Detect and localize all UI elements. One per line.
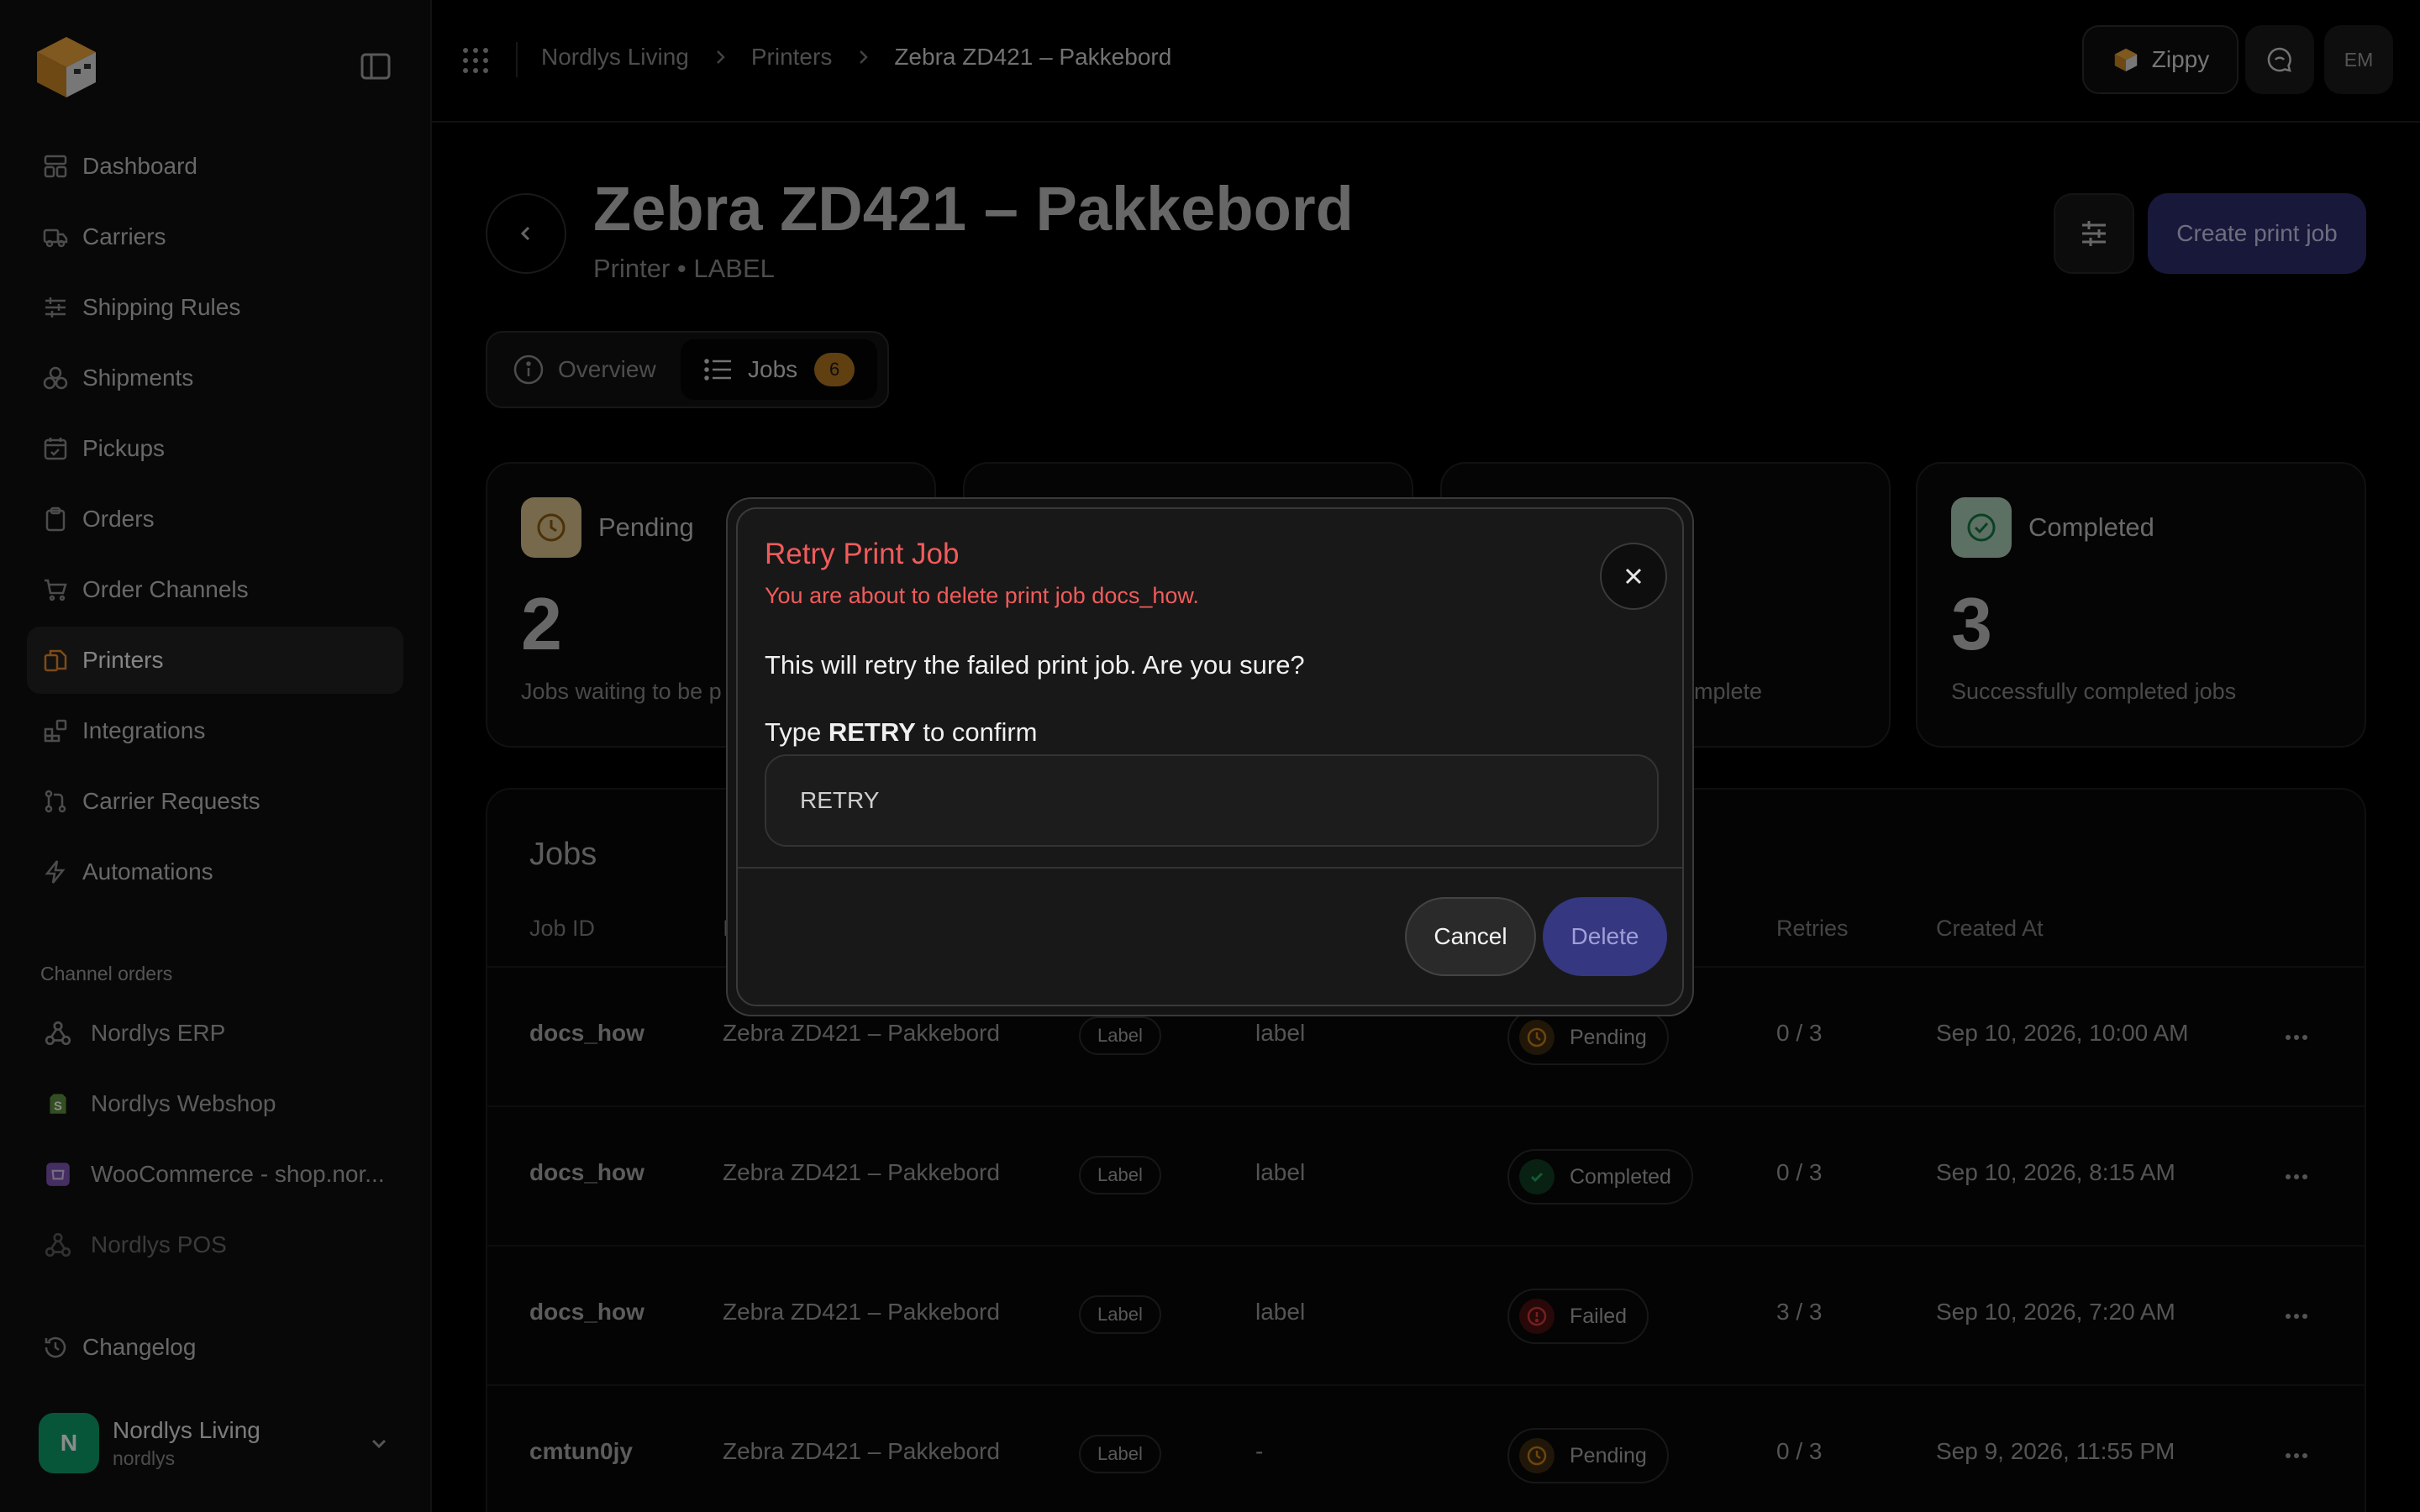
close-button[interactable] (1600, 543, 1667, 610)
retry-dialog-frame: Retry Print Job You are about to delete … (726, 497, 1694, 1016)
confirm-keyword: RETRY (828, 717, 916, 747)
delete-button[interactable]: Delete (1543, 897, 1667, 976)
dialog-body: This will retry the failed print job. Ar… (765, 650, 1305, 680)
cancel-button[interactable]: Cancel (1405, 897, 1536, 976)
dialog-divider (738, 867, 1682, 869)
confirm-prefix: Type (765, 717, 822, 747)
retry-dialog: Retry Print Job You are about to delete … (736, 507, 1684, 1006)
confirm-suffix: to confirm (923, 717, 1038, 747)
confirm-input[interactable] (765, 754, 1659, 847)
close-icon (1621, 564, 1646, 589)
dialog-subtitle: You are about to delete print job docs_h… (765, 583, 1199, 608)
confirm-label: Type RETRY to confirm (765, 717, 1038, 748)
dialog-title: Retry Print Job (765, 538, 960, 570)
